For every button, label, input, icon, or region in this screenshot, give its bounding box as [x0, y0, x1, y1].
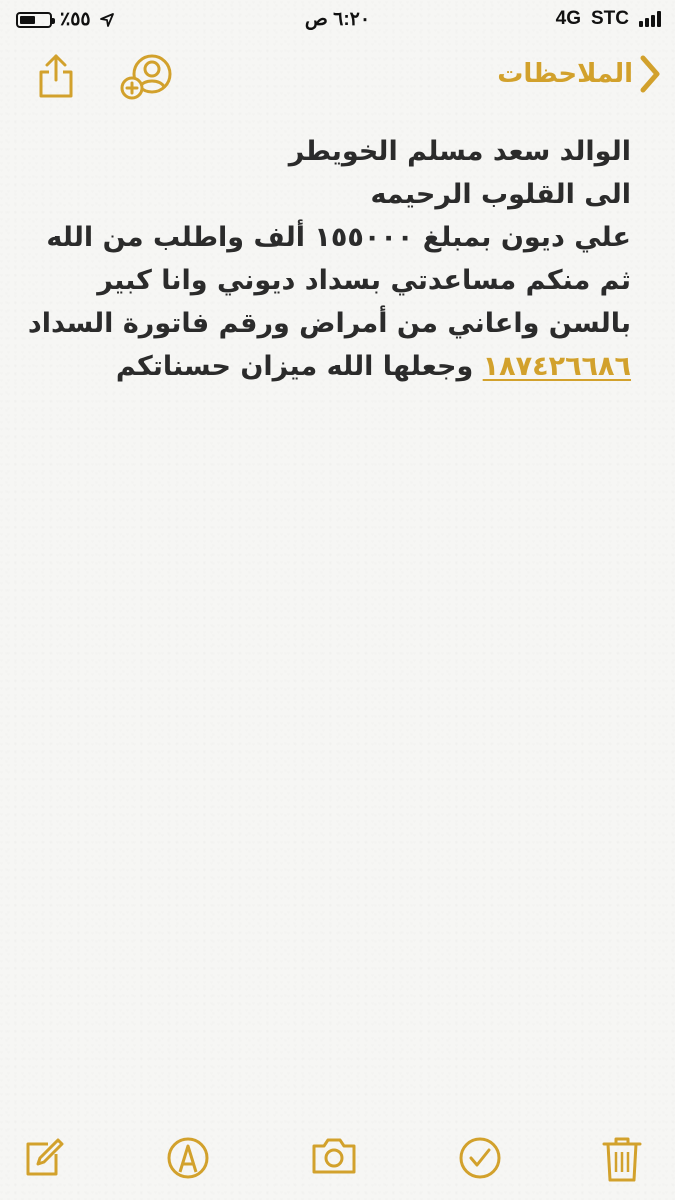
nav-bar: الملاحظات [0, 44, 675, 108]
share-icon [39, 54, 73, 98]
compose-icon [26, 1138, 64, 1176]
note-body[interactable]: الوالد سعد مسلم الخويطر الى القلوب الرحي… [27, 130, 631, 388]
note-line: علي ديون بمبلغ ١٥٥٠٠٠ ألف واطلب من الله [46, 222, 631, 253]
carrier-name: STC [591, 8, 629, 29]
camera-icon [312, 1138, 356, 1174]
markup-button[interactable] [166, 1136, 210, 1184]
phone-number-link[interactable]: ١٨٧٤٢٦٦٨٦ [483, 351, 631, 382]
signal-bars-icon [639, 11, 661, 27]
checklist-button[interactable] [458, 1136, 502, 1184]
note-line: الى القلوب الرحيمه [370, 179, 631, 210]
network-type: 4G [555, 8, 581, 29]
note-line-last: ١٨٧٤٢٦٦٨٦ وجعلها الله ميزان حسناتكم [31, 345, 631, 388]
compose-button[interactable] [24, 1136, 64, 1182]
share-button[interactable] [36, 52, 76, 102]
camera-button[interactable] [310, 1136, 358, 1180]
status-bar: ٪٥٥ ٦:٢٠ ص 4G STC [0, 0, 675, 38]
chevron-right-icon [640, 55, 660, 93]
note-line: ثم منكم مساعدتي بسداد ديوني وانا كبير [97, 265, 631, 296]
trash-icon [602, 1137, 642, 1182]
checklist-icon [459, 1137, 501, 1179]
markup-icon [167, 1137, 209, 1179]
note-line-last-text: وجعلها الله ميزان حسناتكم [115, 351, 483, 382]
status-right: 4G STC [556, 8, 661, 30]
add-person-button[interactable] [120, 52, 176, 106]
note-line: الوالد سعد مسلم الخويطر [288, 136, 631, 167]
back-label: الملاحظات [497, 59, 633, 89]
bottom-toolbar [0, 1120, 675, 1200]
note-line: بالسن واعاني من أمراض ورقم فاتورة السداد [27, 308, 631, 339]
back-to-notes-button[interactable]: الملاحظات [497, 54, 661, 94]
delete-button[interactable] [602, 1136, 642, 1186]
add-person-icon [120, 54, 172, 100]
